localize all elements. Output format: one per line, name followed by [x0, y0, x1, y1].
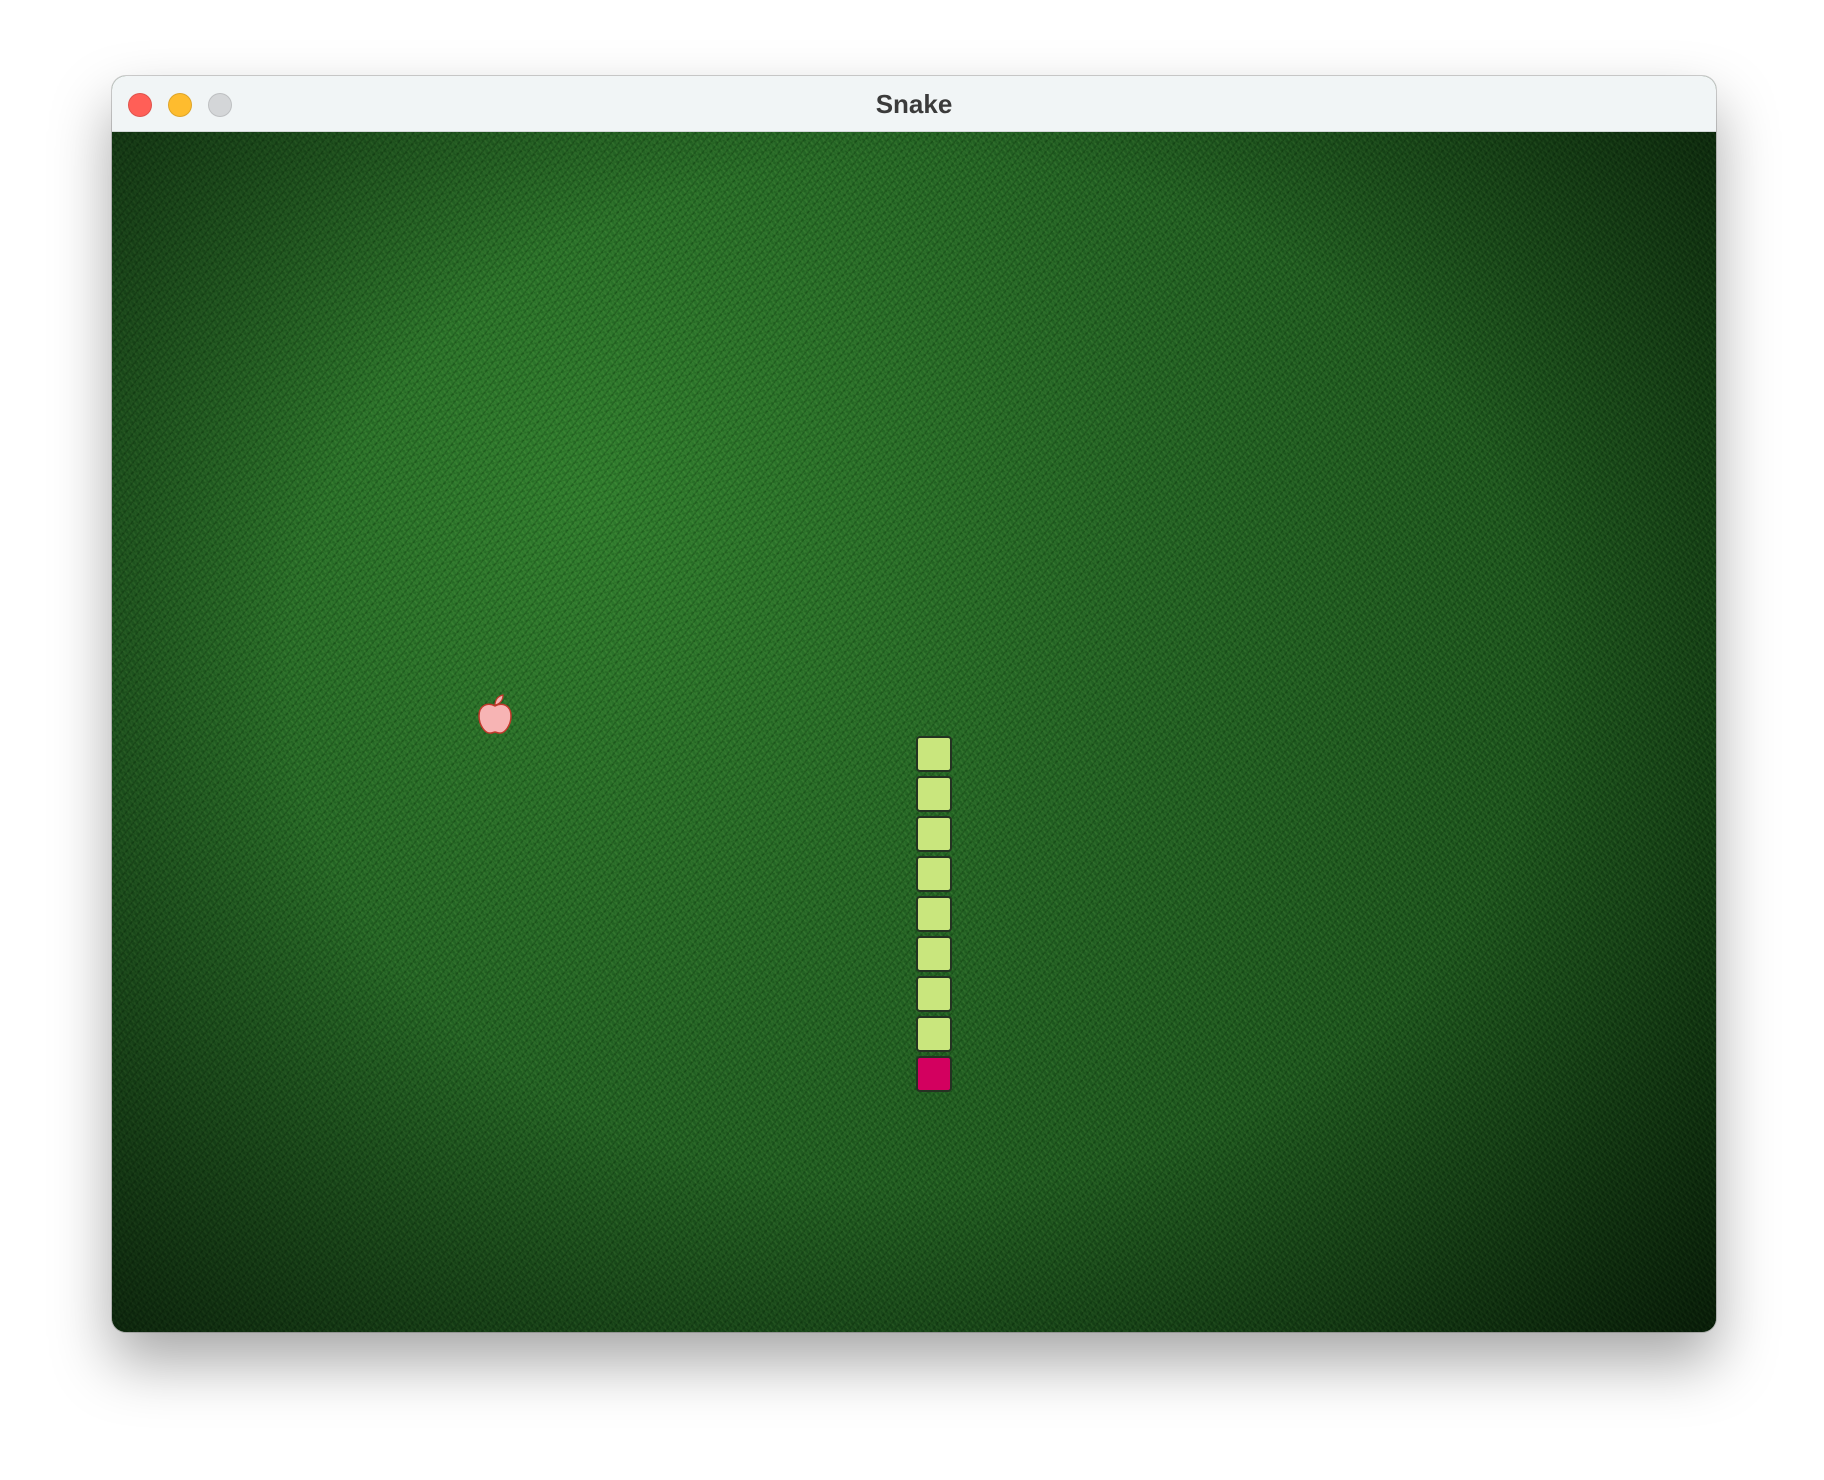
snake-body-segment — [916, 1016, 953, 1053]
game-board[interactable] — [112, 132, 1716, 1332]
snake-body-segment — [916, 815, 953, 852]
snake-body-segment — [916, 775, 953, 812]
title-bar[interactable]: Snake — [112, 76, 1716, 132]
apple-icon — [478, 694, 512, 735]
snake-window: Snake — [112, 76, 1716, 1332]
snake-body-segment — [916, 936, 953, 973]
window-title: Snake — [875, 89, 953, 119]
snake-body-segment — [916, 976, 953, 1013]
snake-body-segment — [916, 735, 953, 772]
snake-head — [916, 1056, 953, 1093]
snake-body-segment — [916, 855, 953, 892]
snake-body-segment — [916, 895, 953, 932]
desktop: Snake — [0, 0, 1824, 1480]
